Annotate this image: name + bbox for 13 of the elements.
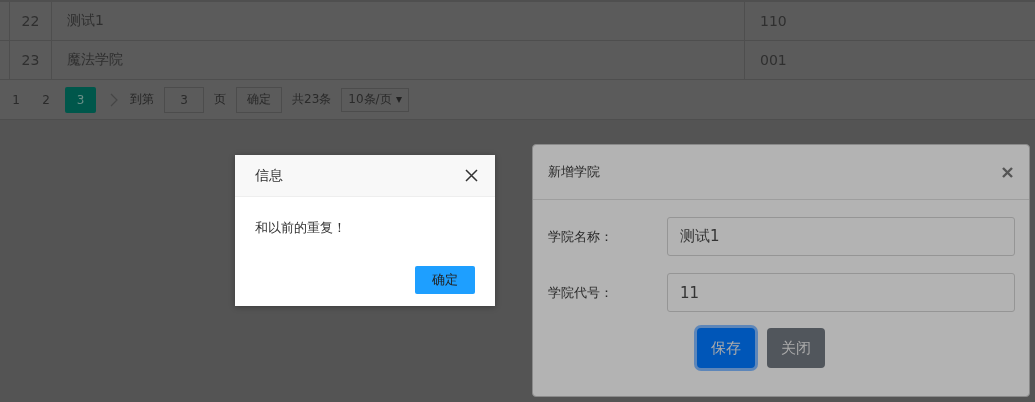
save-button[interactable]: 保存 <box>697 328 755 368</box>
close-button[interactable]: 关闭 <box>767 328 825 368</box>
dialog-title: 信息 <box>255 166 283 185</box>
close-icon[interactable] <box>465 169 478 182</box>
field-label: 学院名称： <box>548 227 614 246</box>
modal-title: 新增学院 <box>548 163 600 181</box>
input-field[interactable]: 测试1 <box>667 217 1015 256</box>
field-label: 学院代号： <box>548 283 614 302</box>
input-field[interactable]: 11 <box>667 273 1015 312</box>
page-link[interactable]: 3 <box>65 86 96 113</box>
caret-icon <box>396 96 403 103</box>
dialog-message: 和以前的重复！ <box>255 220 346 235</box>
ok-button[interactable]: 确定 <box>415 266 475 294</box>
